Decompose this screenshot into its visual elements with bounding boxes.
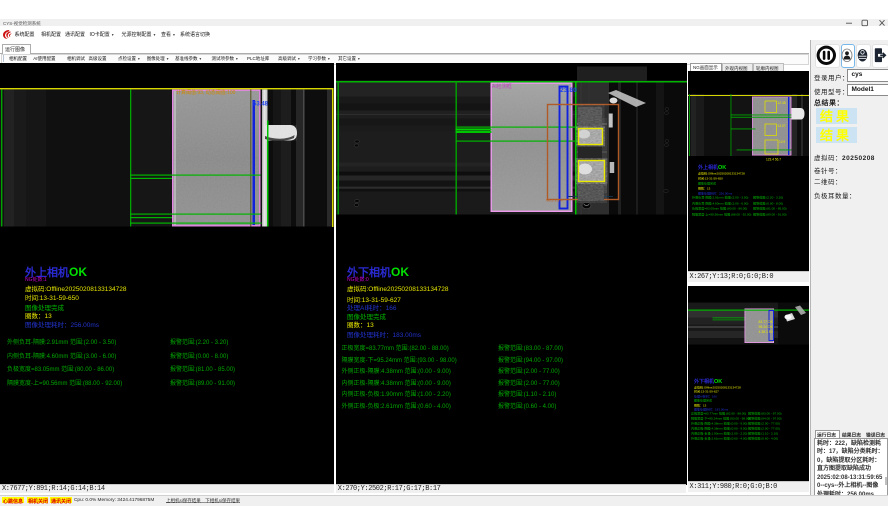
svg-text:83.77 OK: 83.77 OK: [758, 320, 773, 324]
svg-text:95.24 OK: 95.24 OK: [758, 325, 773, 329]
svg-text:13.07: 13.07: [777, 124, 785, 128]
svg-text:10.9: 10.9: [779, 140, 785, 144]
svg-text:123.4 56.7: 123.4 56.7: [766, 158, 781, 162]
svg-text:4.38 1.90: 4.38 1.90: [758, 330, 772, 334]
svg-text:12.48: 12.48: [777, 101, 785, 105]
